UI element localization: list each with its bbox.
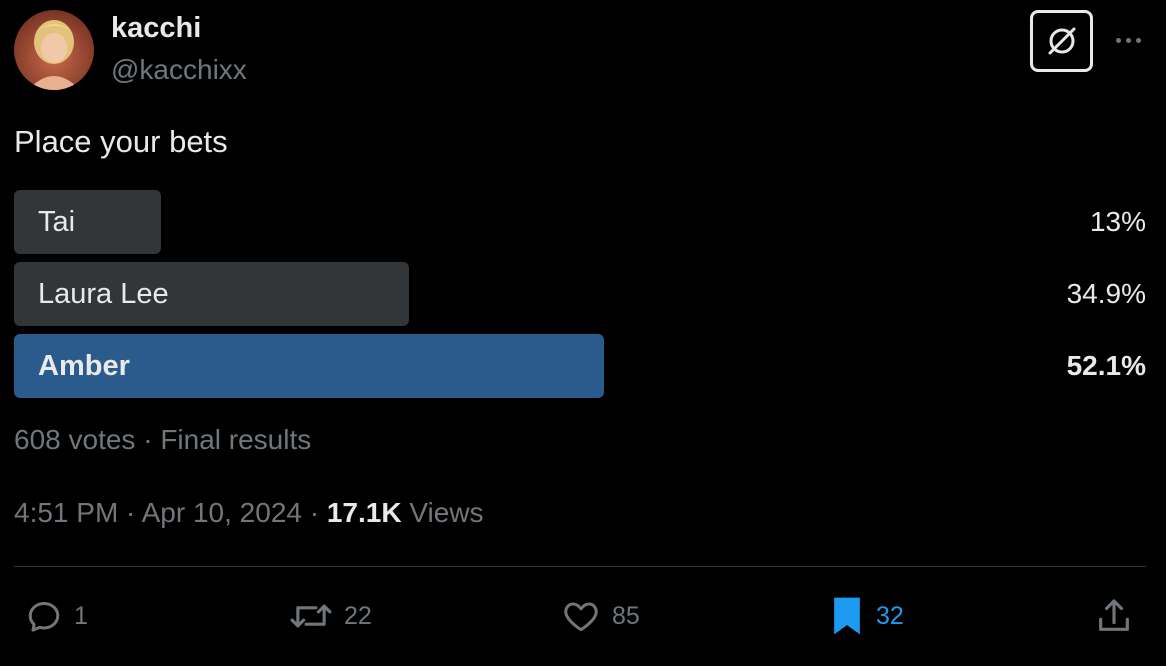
more-icon-dot	[1135, 37, 1141, 43]
poll-option: Tai 13%	[14, 190, 1146, 254]
poll-option-percent: 34.9%	[1066, 278, 1146, 309]
more-icon	[1115, 37, 1121, 43]
share-button[interactable]	[1094, 592, 1134, 640]
separator: ·	[301, 497, 327, 528]
tweet-meta: 4:51 PM · Apr 10, 2024 · 17.1K Views	[14, 497, 484, 529]
bookmark-count: 32	[876, 601, 904, 630]
heart-icon	[564, 602, 598, 632]
like-count: 85	[612, 601, 640, 630]
avatar[interactable]	[14, 10, 94, 90]
like-button[interactable]: 85	[560, 592, 640, 640]
divider	[14, 566, 1146, 567]
poll-status: Final results	[160, 424, 312, 455]
user-handle[interactable]: @kacchixx	[111, 54, 247, 86]
views-count[interactable]: 17.1K	[327, 497, 402, 528]
reply-count: 1	[74, 601, 88, 630]
display-name[interactable]: kacchi	[111, 12, 201, 45]
separator: ·	[135, 424, 161, 455]
bookmark-button[interactable]: 32	[828, 592, 904, 640]
repost-button[interactable]: 22	[288, 592, 372, 640]
more-button[interactable]	[1108, 28, 1148, 52]
tweet-date[interactable]: Apr 10, 2024	[142, 497, 302, 528]
grok-button[interactable]	[1030, 10, 1093, 72]
reply-button[interactable]: 1	[24, 592, 88, 640]
grok-icon	[1048, 27, 1075, 55]
more-icon-dot	[1125, 37, 1131, 43]
poll-option-label: Tai	[38, 206, 76, 238]
avatar-image	[14, 10, 94, 90]
tweet-text: Place your bets	[14, 124, 228, 159]
poll-option: Laura Lee 34.9%	[14, 262, 1146, 326]
repost-count: 22	[344, 601, 372, 630]
poll-option-label: Laura Lee	[38, 278, 169, 310]
poll-option-label: Amber	[38, 350, 130, 382]
poll-bar	[14, 190, 161, 254]
views-label[interactable]: Views	[409, 497, 483, 528]
tweet-time[interactable]: 4:51 PM	[14, 497, 118, 528]
poll-option-percent: 13%	[1089, 206, 1146, 237]
separator: ·	[118, 497, 142, 528]
poll-votes: 608 votes	[14, 424, 136, 455]
bookmark-icon	[834, 597, 860, 635]
poll-option: Amber 52.1%	[14, 334, 1146, 398]
reply-icon	[28, 602, 60, 632]
poll-summary: 608 votes · Final results	[14, 424, 311, 456]
share-icon	[1099, 599, 1129, 631]
repost-icon	[290, 604, 332, 628]
poll-option-percent: 52.1%	[1066, 350, 1146, 381]
